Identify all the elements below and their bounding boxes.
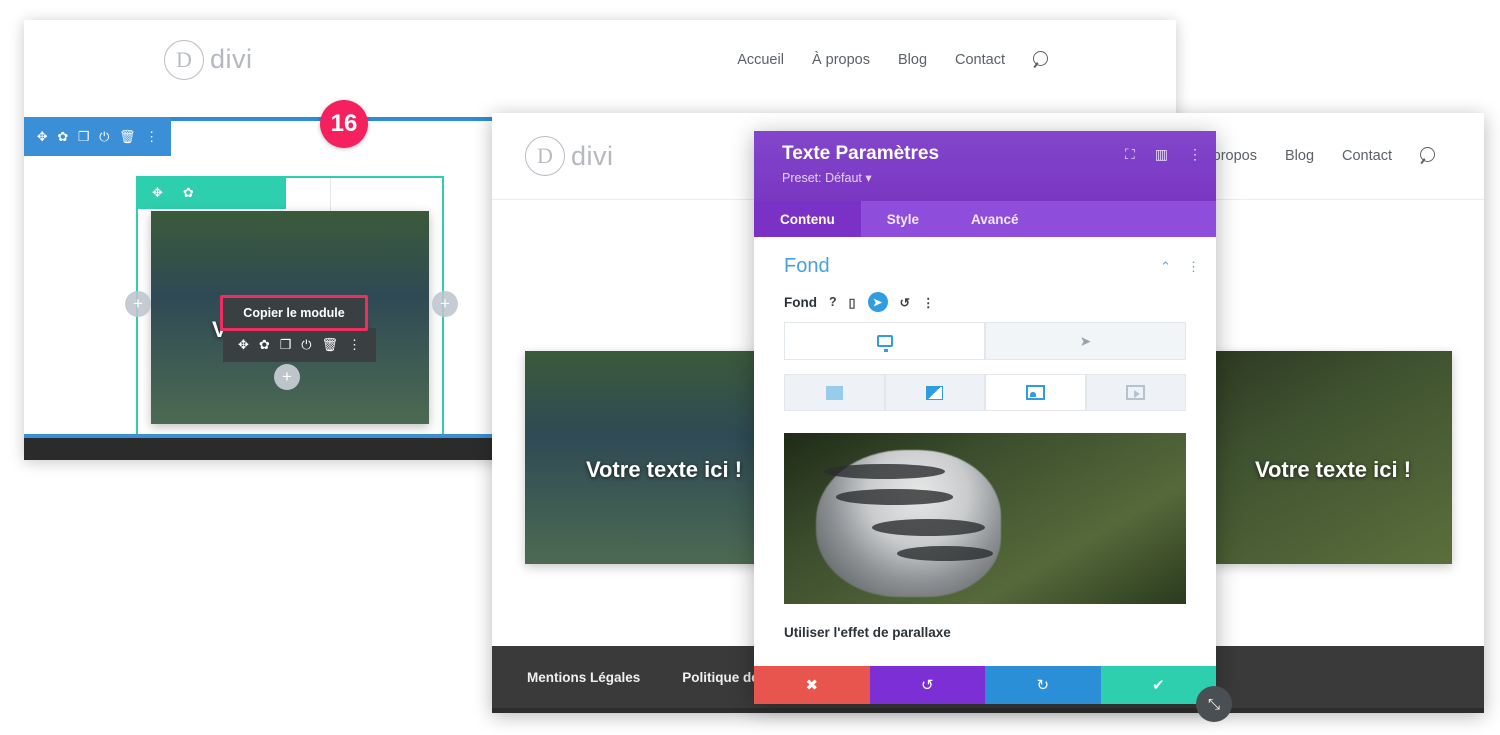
reset-icon[interactable]: ↺ [900,295,910,310]
panel-content: Fond ⌃ ⋮ Fond ? ▯ ➤ ↺ ⋮ ➤ Utiliser l'eff… [754,237,1216,666]
gear-icon[interactable]: ✿ [259,337,270,353]
field-fond-row: Fond ? ▯ ➤ ↺ ⋮ [754,278,1216,322]
help-icon[interactable]: ? [829,295,837,309]
hover-cursor-icon[interactable]: ➤ [867,292,888,312]
move-icon[interactable]: ✥ [238,337,249,353]
divi-logo-icon: D [525,136,565,176]
color-fill-icon [825,385,843,400]
site-header-back: D divi Accueil À propos Blog Contact [24,20,1176,99]
lemur-stripe [836,489,953,505]
more-vertical-icon[interactable]: ⋮ [145,130,158,143]
nav-item-contact[interactable]: Contact [1342,148,1392,164]
hero-text-left: Votre texte ici ! [585,457,743,483]
background-image-preview[interactable] [784,433,1186,604]
gear-icon[interactable]: ✿ [183,185,194,201]
desktop-icon [876,335,893,352]
expand-icon[interactable]: ⛶ [1125,146,1135,163]
more-vertical-icon[interactable]: ⋮ [922,295,935,310]
background-color-tab[interactable] [784,374,885,411]
hero-text-right: Votre texte ici ! [1254,457,1412,483]
module-toolbar-teal[interactable]: ✥ ✿ [136,176,286,209]
nav-item-blog[interactable]: Blog [1285,148,1314,164]
more-vertical-icon[interactable]: ⋮ [1187,259,1200,275]
image-icon [1025,385,1045,400]
footer-copyright-row: © Tous droits réservés - Design par L [492,708,1484,713]
gear-icon[interactable]: ✿ [57,130,68,143]
duplicate-icon[interactable]: ❐ [280,337,292,353]
trash-icon[interactable]: 🗑 [322,337,339,353]
cursor-icon: ➤ [1079,332,1092,349]
divi-logo-icon: D [164,39,204,80]
redo-button[interactable]: ↻ [985,666,1101,704]
more-vertical-icon[interactable]: ⋮ [348,337,361,353]
add-column-right-button[interactable]: + [432,291,458,317]
field-label-fond: Fond [784,294,817,310]
panel-action-bar: ✖ ↺ ↻ ✔ [754,666,1216,704]
state-tabs-row: ➤ [784,322,1186,360]
nav-item-blog[interactable]: Blog [898,52,927,68]
tab-style[interactable]: Style [861,201,945,237]
screenshot-stage: D divi Accueil À propos Blog Contact ✥ ✿… [0,0,1500,735]
main-nav-front: À propos Blog Contact [1199,147,1484,165]
duplicate-icon[interactable]: ❐ [78,130,90,143]
divi-logo-text: divi [571,140,614,171]
trash-icon[interactable]: 🗑 [119,130,136,143]
power-icon[interactable]: ⏻ [99,130,109,143]
parallax-option-row[interactable]: Utiliser l'effet de parallaxe [754,604,1216,642]
main-nav-back: Accueil À propos Blog Contact [737,50,1176,69]
panel-header: Texte Paramètres Preset: Défaut ▾ ⛶ ▥ ⋮ [754,131,1216,201]
search-icon[interactable] [1420,147,1438,165]
background-video-tab[interactable] [1085,374,1186,411]
background-type-row [784,374,1186,411]
content-image-right[interactable]: Votre texte ici ! [1214,351,1452,564]
panel-header-icons: ⛶ ▥ ⋮ [1125,146,1202,163]
desktop-state-tab[interactable] [784,322,985,360]
site-logo-back[interactable]: D divi [164,39,253,80]
panel-preset-label: Preset: Défaut [782,171,862,185]
divi-logo-text: divi [210,44,253,74]
chevron-down-icon[interactable]: ▾ [865,171,871,185]
section-fond-header: Fond ⌃ ⋮ [754,237,1216,278]
more-vertical-icon[interactable]: ⋮ [1188,146,1202,163]
lemur-stripe [824,463,945,480]
add-column-left-button[interactable]: + [125,291,151,317]
resize-handle-icon[interactable]: ⤡ [1196,686,1232,722]
nav-item-apropos[interactable]: À propos [812,52,870,68]
step-badge-16-left: 16 [320,100,368,148]
hover-state-tab[interactable]: ➤ [985,322,1186,360]
background-image-tab[interactable] [985,374,1086,411]
tab-avance[interactable]: Avancé [945,201,1045,237]
panel-preset-selector[interactable]: Preset: Défaut ▾ [782,170,1202,185]
copy-module-tooltip[interactable]: Copier le module [220,295,368,331]
cancel-button[interactable]: ✖ [754,666,870,704]
video-icon [1126,385,1146,400]
section-toolbar[interactable]: ✥ ✿ ❐ ⏻ 🗑 ⋮ [24,117,171,156]
responsive-icon[interactable]: ▯ [849,295,856,310]
layout-split-icon[interactable]: ▥ [1155,146,1168,163]
module-toolbar-dark[interactable]: ✥ ✿ ❐ ⏻ 🗑 ⋮ [223,328,376,362]
undo-button[interactable]: ↺ [869,666,985,704]
footer-link-mentions-legales[interactable]: Mentions Légales [527,670,640,685]
nav-item-accueil[interactable]: Accueil [737,52,784,68]
nav-item-contact[interactable]: Contact [955,52,1005,68]
panel-tabs: Contenu Style Avancé [754,201,1216,237]
section-title-fond: Fond [784,255,830,277]
move-icon[interactable]: ✥ [152,185,163,201]
gradient-icon [926,385,944,400]
add-module-button[interactable]: + [274,364,300,390]
power-icon[interactable]: ⏻ [301,337,311,353]
background-gradient-tab[interactable] [884,374,985,411]
search-icon[interactable] [1033,50,1051,69]
parallax-label: Utiliser l'effet de parallaxe [784,625,951,640]
module-settings-panel: Texte Paramètres Preset: Défaut ▾ ⛶ ▥ ⋮ … [754,131,1216,704]
tab-contenu[interactable]: Contenu [754,201,861,237]
chevron-up-icon[interactable]: ⌃ [1160,259,1171,275]
move-icon[interactable]: ✥ [37,130,48,143]
lemur-stripe [872,518,985,536]
site-logo-front[interactable]: D divi [525,136,614,176]
